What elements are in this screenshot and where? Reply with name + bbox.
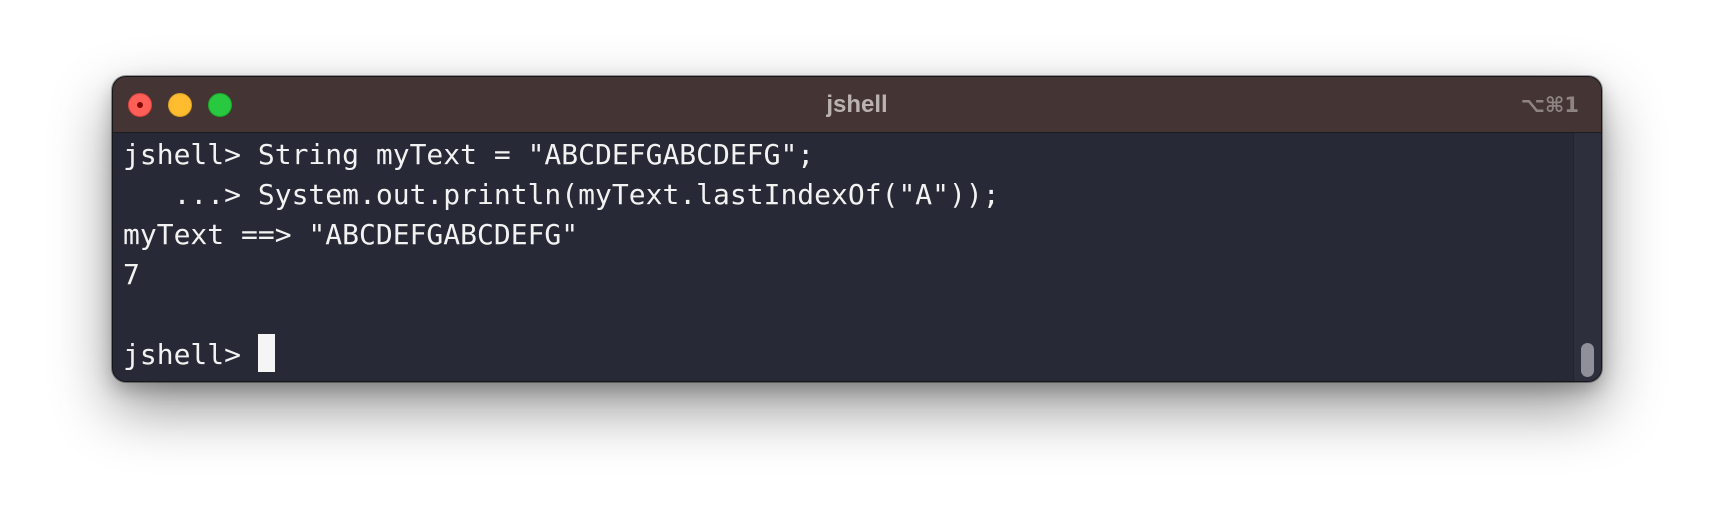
prompt-line[interactable]: jshell>	[123, 334, 1575, 375]
terminal-line: 7	[123, 258, 140, 291]
terminal-output[interactable]: jshell> String myText = "ABCDEFGABCDEFG"…	[113, 133, 1575, 381]
desktop-background: jshell ⌥⌘1 jshell> String myText = "ABCD…	[0, 0, 1714, 530]
terminal-window: jshell ⌥⌘1 jshell> String myText = "ABCD…	[112, 76, 1602, 382]
terminal-line: myText ==> "ABCDEFGABCDEFG"	[123, 218, 579, 251]
prompt-label: jshell>	[123, 338, 258, 371]
terminal-line: ...> System.out.println(myText.lastIndex…	[123, 178, 1000, 211]
scrollbar[interactable]	[1573, 133, 1601, 381]
terminal-line: jshell> String myText = "ABCDEFGABCDEFG"…	[123, 138, 815, 171]
title-bar[interactable]: jshell ⌥⌘1	[113, 77, 1601, 133]
window-shortcut-label: ⌥⌘1	[1520, 93, 1579, 117]
scrollbar-thumb[interactable]	[1581, 343, 1594, 377]
window-title: jshell	[826, 91, 888, 118]
text-cursor	[257, 334, 275, 372]
